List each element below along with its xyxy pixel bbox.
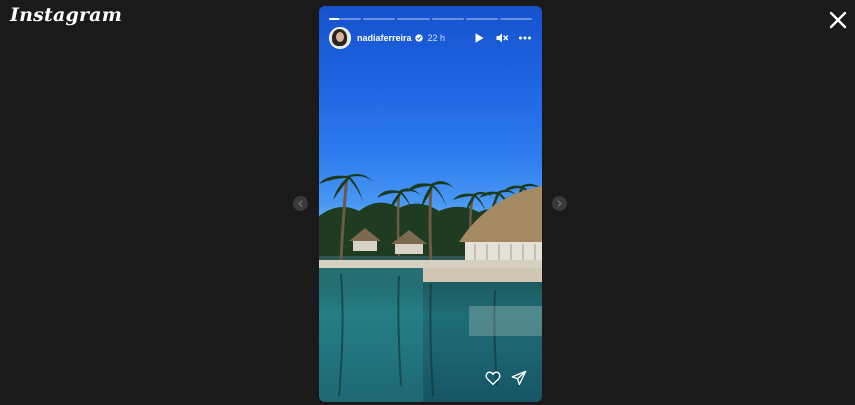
progress-segment xyxy=(397,18,430,20)
story-viewer[interactable]: nadiaferreira 22 h xyxy=(319,6,542,402)
next-story-button[interactable] xyxy=(552,196,567,211)
verified-badge-icon xyxy=(414,34,423,42)
progress-segment xyxy=(363,18,396,20)
send-icon[interactable] xyxy=(510,369,528,387)
close-icon[interactable] xyxy=(826,8,850,32)
instagram-logo[interactable]: Instagram xyxy=(10,4,122,26)
username[interactable]: nadiaferreira xyxy=(357,33,412,43)
story-timestamp: 22 h xyxy=(427,33,446,43)
heart-icon[interactable] xyxy=(484,369,502,387)
progress-segment xyxy=(499,18,533,20)
speaker-muted-icon[interactable] xyxy=(495,31,509,45)
progress-segment xyxy=(431,18,464,20)
story-header: nadiaferreira 22 h xyxy=(329,27,532,49)
progress-segment xyxy=(329,18,362,20)
previous-story-button[interactable] xyxy=(293,196,308,211)
story-progress-bar xyxy=(329,18,533,20)
chevron-right-icon xyxy=(557,200,562,207)
avatar[interactable] xyxy=(329,27,351,49)
story-media xyxy=(319,174,542,402)
progress-segment xyxy=(465,18,498,20)
more-options-icon[interactable] xyxy=(518,31,532,45)
chevron-left-icon xyxy=(298,200,303,207)
play-icon[interactable] xyxy=(472,31,486,45)
progress-fill xyxy=(329,18,339,20)
